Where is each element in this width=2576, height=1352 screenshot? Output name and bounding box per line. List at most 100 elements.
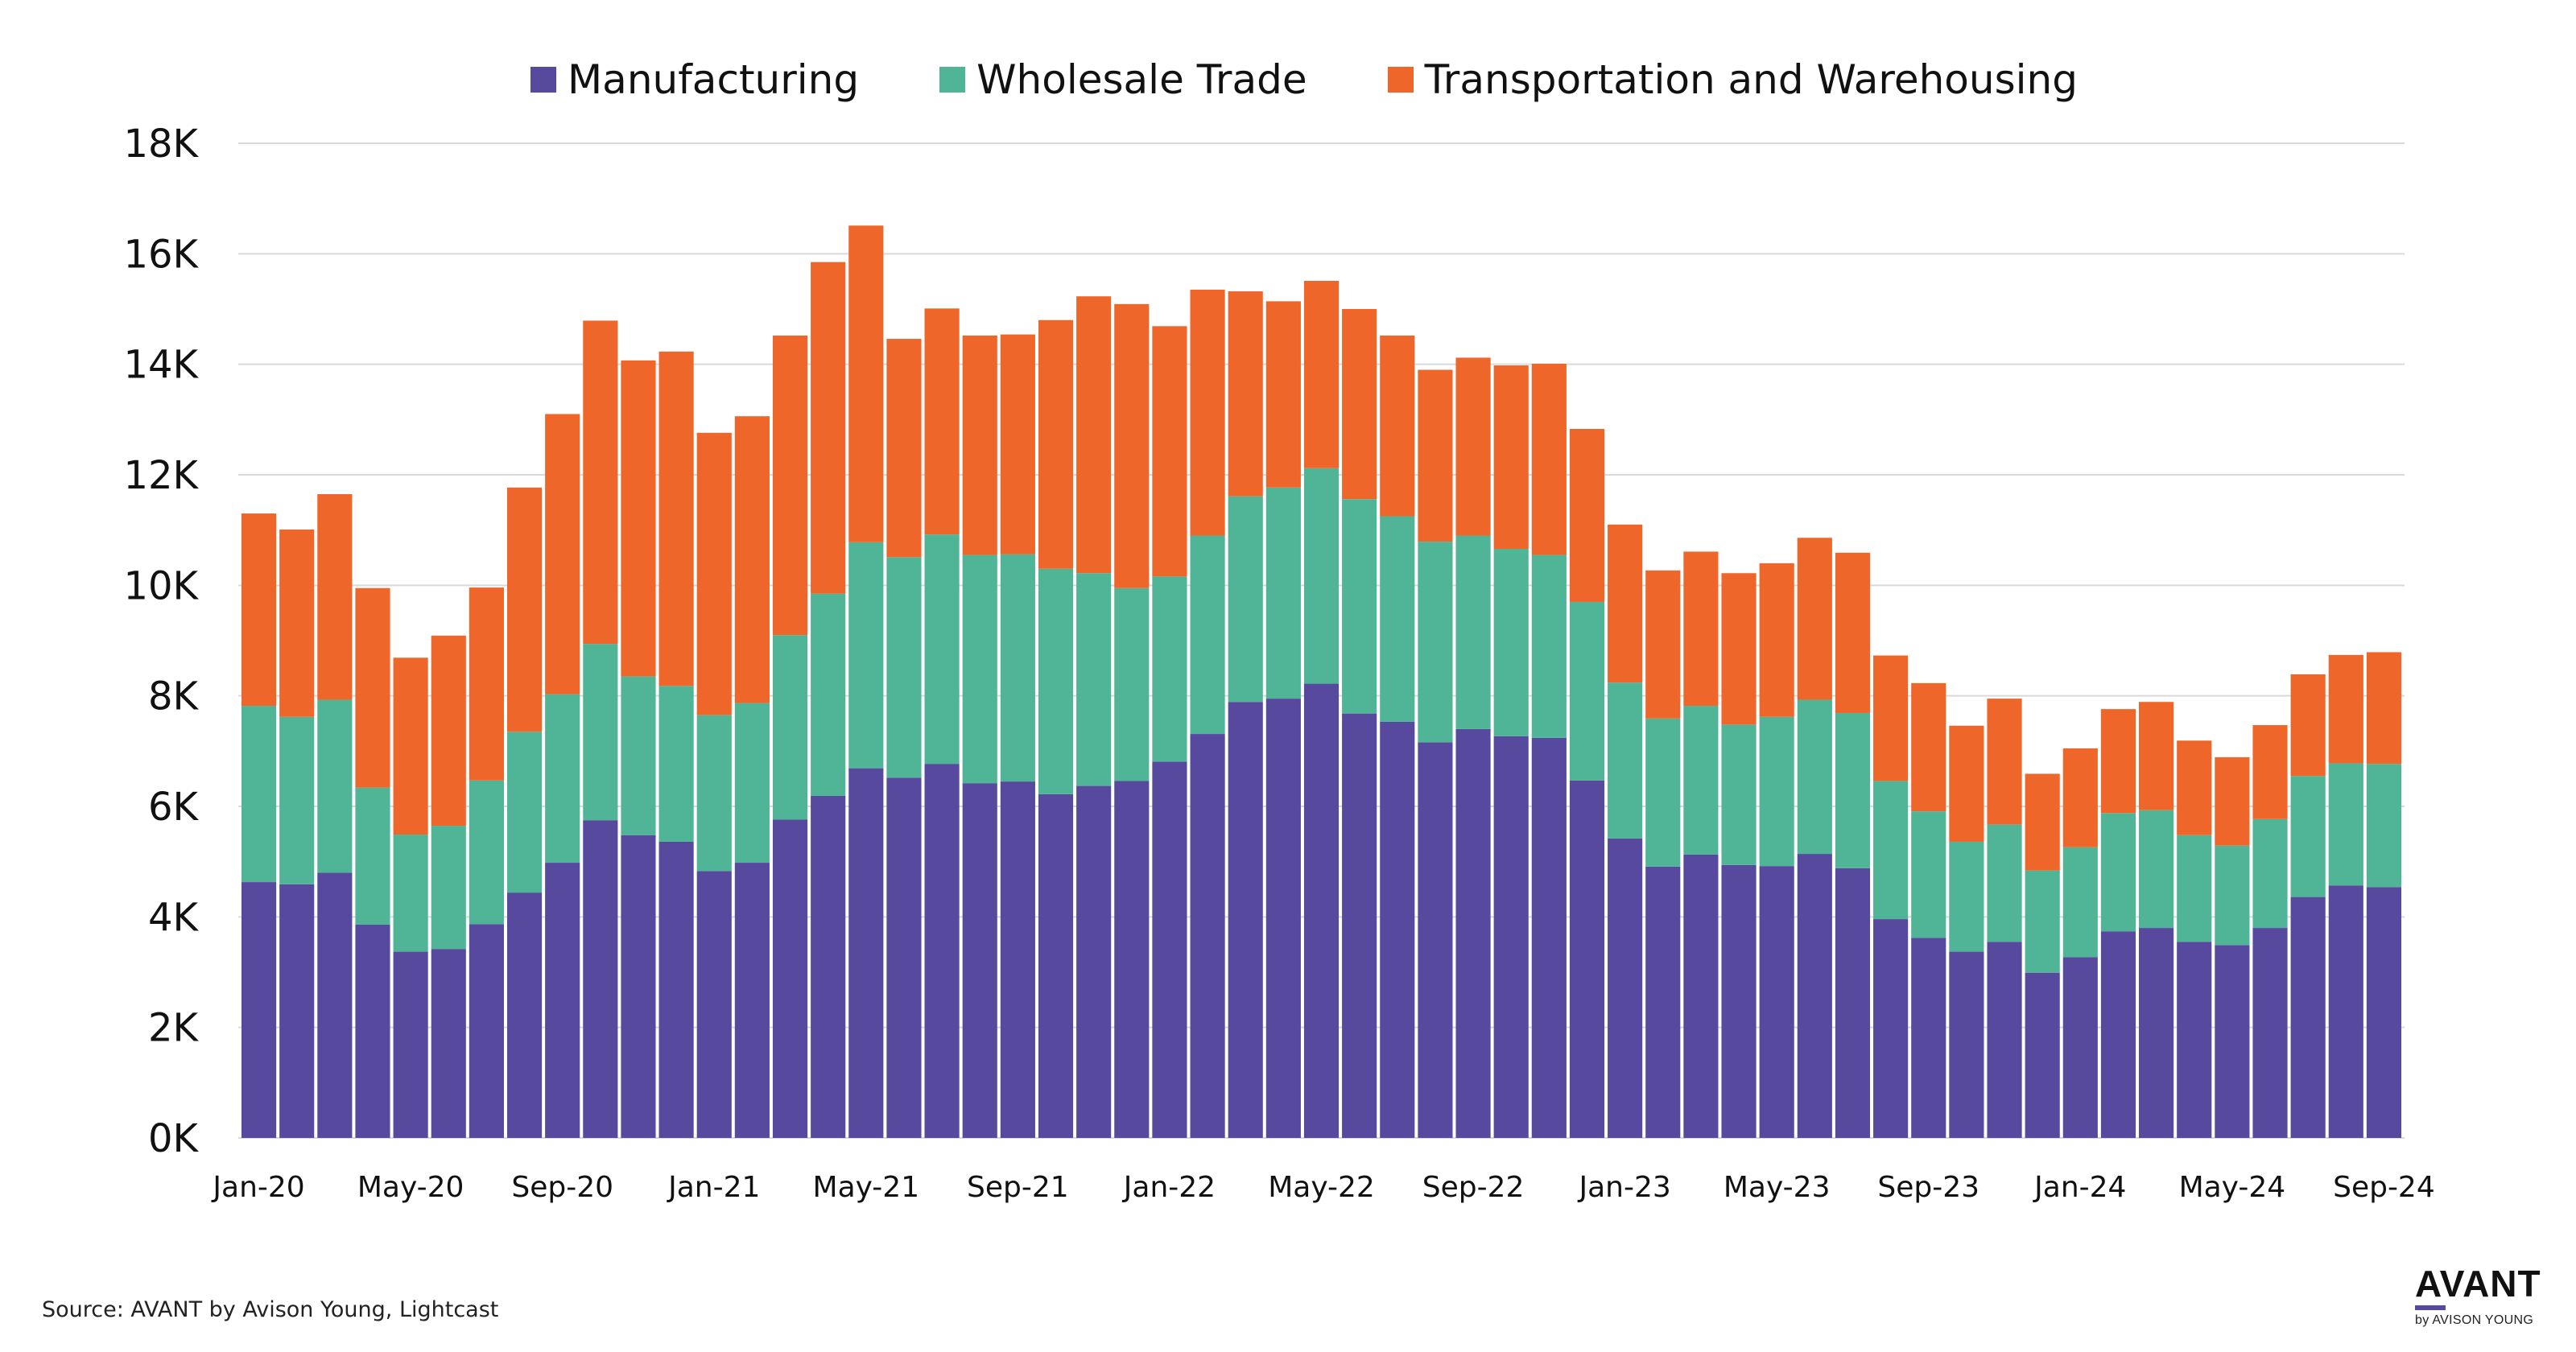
bar-segment-transportation-and-warehousing <box>1152 326 1187 577</box>
bar-segment-wholesale-trade <box>848 542 884 769</box>
bar-segment-wholesale-trade <box>658 686 694 842</box>
bar-segment-manufacturing <box>1190 734 1225 1138</box>
bar-segment-transportation-and-warehousing <box>2215 756 2250 846</box>
bar-segment-manufacturing <box>1038 793 1074 1138</box>
bar-segment-transportation-and-warehousing <box>1342 309 1377 500</box>
bar-segment-wholesale-trade <box>1000 554 1035 782</box>
bar-segment-manufacturing <box>1608 838 1643 1138</box>
bar-segment-transportation-and-warehousing <box>1797 538 1832 700</box>
logo-subtitle: by AVISON YOUNG <box>2415 1313 2534 1327</box>
bar-segment-wholesale-trade <box>2215 845 2250 946</box>
bar-segment-transportation-and-warehousing <box>393 657 428 835</box>
bar-segment-manufacturing <box>2062 957 2098 1138</box>
bar-segment-wholesale-trade <box>1493 549 1529 736</box>
y-tick-label: 10K <box>123 563 199 608</box>
bar-segment-transportation-and-warehousing <box>2290 674 2326 777</box>
bar-segment-wholesale-trade <box>1569 601 1605 781</box>
bar-segment-wholesale-trade <box>621 676 656 835</box>
bar-segment-transportation-and-warehousing <box>242 513 277 707</box>
bar-segment-wholesale-trade <box>2139 810 2174 929</box>
x-tick-label: May-23 <box>1724 1171 1831 1204</box>
x-tick-label: Sep-22 <box>1422 1171 1525 1204</box>
y-axis: 0K 2K 4K 6K 8K 10K 12K 14K 16K 18K <box>123 122 199 1161</box>
bar-segment-transportation-and-warehousing <box>1569 429 1605 602</box>
bar-segment-wholesale-trade <box>1759 716 1794 867</box>
bar-segment-manufacturing <box>1531 737 1567 1138</box>
bar-segment-wholesale-trade <box>506 732 543 893</box>
bar-segment-transportation-and-warehousing <box>1228 291 1263 497</box>
x-tick-label: Sep-21 <box>967 1171 1069 1204</box>
x-tick-label: Jan-22 <box>1122 1171 1216 1204</box>
bar-segment-transportation-and-warehousing <box>621 360 656 677</box>
bar-segment-wholesale-trade <box>1949 841 1984 952</box>
y-tick-label: 8K <box>148 674 200 719</box>
bar-segment-transportation-and-warehousing <box>1873 655 1909 781</box>
bar-segment-wholesale-trade <box>696 715 732 872</box>
bar-segment-manufacturing <box>734 863 770 1138</box>
bar-segment-wholesale-trade <box>1342 499 1377 714</box>
bar-segment-manufacturing <box>1873 919 1909 1138</box>
bar-segment-manufacturing <box>2290 897 2326 1138</box>
bar-segment-wholesale-trade <box>2062 847 2098 958</box>
bar-segment-transportation-and-warehousing <box>848 225 884 542</box>
bar-segment-wholesale-trade <box>962 554 997 784</box>
bar-segment-wholesale-trade <box>2328 763 2363 886</box>
bar-segment-manufacturing <box>2177 942 2212 1138</box>
source-note: Source: AVANT by Avison Young, Lightcast <box>42 1297 499 1322</box>
bar-segment-transportation-and-warehousing <box>355 587 390 788</box>
bar-segment-manufacturing <box>1303 683 1340 1138</box>
bar-segment-transportation-and-warehousing <box>2025 773 2060 871</box>
bar-segment-transportation-and-warehousing <box>1683 551 1719 707</box>
bar-segment-manufacturing <box>621 835 656 1138</box>
bar-segment-transportation-and-warehousing <box>2139 702 2174 810</box>
bar-segment-wholesale-trade <box>772 635 808 820</box>
x-tick-label: Jan-21 <box>667 1171 760 1204</box>
bar-segment-wholesale-trade <box>317 699 353 873</box>
bar-segment-transportation-and-warehousing <box>2252 725 2288 819</box>
bar-segment-transportation-and-warehousing <box>431 635 466 826</box>
x-tick-label: May-24 <box>2179 1171 2286 1204</box>
bar-segment-manufacturing <box>1911 938 1946 1138</box>
bar-segment-wholesale-trade <box>1683 706 1719 855</box>
bar-segment-manufacturing <box>242 882 277 1138</box>
bar-segment-transportation-and-warehousing <box>545 414 580 695</box>
bar-segment-manufacturing <box>962 783 997 1138</box>
bar-segment-wholesale-trade <box>1418 542 1453 743</box>
bar-segment-transportation-and-warehousing <box>279 529 315 717</box>
avant-logo: AVANT by AVISON YOUNG <box>2415 1265 2568 1328</box>
bar-segment-wholesale-trade <box>1265 487 1301 699</box>
bar-segment-manufacturing <box>2025 972 2060 1138</box>
bar-segment-wholesale-trade <box>583 644 618 821</box>
bar-segment-manufacturing <box>1152 761 1187 1138</box>
bar-segment-transportation-and-warehousing <box>1835 552 1871 713</box>
bar-segment-transportation-and-warehousing <box>2177 740 2212 835</box>
bar-segment-manufacturing <box>545 863 580 1138</box>
bar-segment-transportation-and-warehousing <box>2328 654 2363 764</box>
bar-segment-transportation-and-warehousing <box>1608 524 1643 683</box>
bar-segment-manufacturing <box>1645 866 1681 1138</box>
x-tick-label: May-21 <box>813 1171 920 1204</box>
bar-segment-transportation-and-warehousing <box>734 416 770 703</box>
bar-segment-transportation-and-warehousing <box>1721 573 1757 725</box>
bar-segment-transportation-and-warehousing <box>1493 365 1529 550</box>
bar-segment-manufacturing <box>811 795 846 1138</box>
bar-segment-manufacturing <box>2100 931 2136 1138</box>
bar-segment-wholesale-trade <box>2366 764 2401 888</box>
bar-segment-transportation-and-warehousing <box>924 308 960 535</box>
bar-segment-transportation-and-warehousing <box>962 335 997 555</box>
x-axis: Jan-20 May-20 Sep-20 Jan-21 May-21 Sep-21 Jan-… <box>211 1171 2434 1204</box>
bar-segment-wholesale-trade <box>355 787 390 925</box>
bar-segment-wholesale-trade <box>1380 516 1415 722</box>
bar-segment-wholesale-trade <box>1835 712 1871 868</box>
x-tick-label: Jan-20 <box>211 1171 304 1204</box>
logo-accent-bar <box>2415 1305 2446 1310</box>
bar-segment-manufacturing <box>279 884 315 1138</box>
bar-segment-manufacturing <box>848 768 884 1138</box>
bar-segment-wholesale-trade <box>2252 818 2288 929</box>
x-tick-label: Sep-23 <box>1877 1171 1979 1204</box>
bar-segment-transportation-and-warehousing <box>1987 699 2022 825</box>
bar-segment-wholesale-trade <box>2025 870 2060 973</box>
bar-segment-wholesale-trade <box>393 835 428 952</box>
bar-segment-manufacturing <box>1835 868 1871 1138</box>
bar-segment-wholesale-trade <box>279 716 315 884</box>
